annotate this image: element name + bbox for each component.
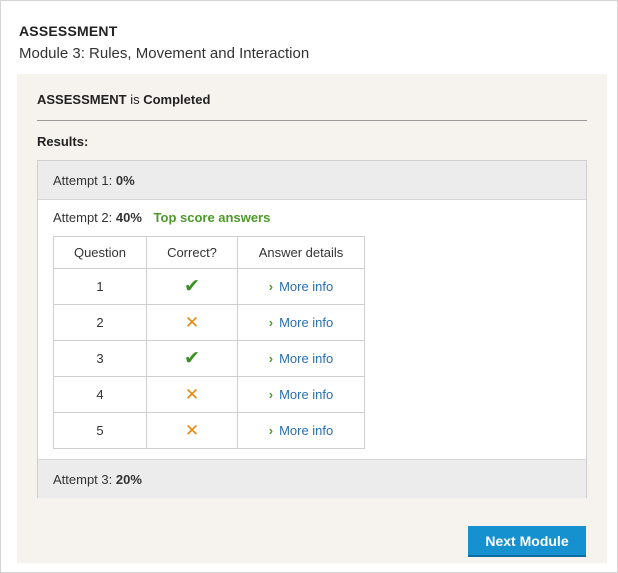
checkmark-icon: ✔ [184,276,200,297]
table-header-row: Question Correct? Answer details [53,236,365,269]
question-number: 4 [53,376,147,413]
attempts-list: Attempt 1: 0% Attempt 2: 40% Top score a… [37,160,587,498]
more-info-link[interactable]: › More info [269,387,334,402]
answers-table: Question Correct? Answer details 1 ✔ › More… [53,236,365,449]
chevron-right-icon: › [268,423,274,438]
module-subtitle: Module 3: Rules, Movement and Interactio… [19,45,310,62]
attempt-score: 40% [115,210,142,225]
attempt-label: Attempt 1: [53,173,113,188]
more-info-link[interactable]: › More info [269,423,334,438]
next-module-button[interactable]: Next Module [468,526,586,557]
details-cell: › More info [237,412,365,449]
table-row: 3 ✔ › More info [53,340,365,377]
column-header-question: Question [53,236,147,269]
details-cell: › More info [237,340,365,377]
correct-cell: ✔ [146,340,238,377]
table-row: 1 ✔ › More info [53,268,365,305]
table-row: 5 ✕ › More info [53,412,365,449]
attempt-3-row[interactable]: Attempt 3: 20% [38,459,586,498]
question-number: 2 [53,304,147,341]
chevron-right-icon: › [268,315,274,330]
attempt-1-text: Attempt 1: 0% [53,173,135,188]
chevron-right-icon: › [268,279,274,294]
attempt-1-row[interactable]: Attempt 1: 0% [38,161,586,200]
attempt-label: Attempt 3: [53,472,113,487]
attempt-score: 0% [115,173,135,188]
divider [37,120,587,121]
more-info-label: More info [279,423,334,438]
question-number: 1 [53,268,147,305]
checkmark-icon: ✔ [184,348,200,369]
correct-cell: ✕ [146,412,238,449]
status-connector: is [130,92,140,107]
results-panel: ASSESSMENT is Completed Results: Attempt… [17,74,607,563]
attempt-score: 20% [115,472,142,487]
completion-status: ASSESSMENT is Completed [37,92,210,107]
details-cell: › More info [237,376,365,413]
page-title: ASSESSMENT [19,23,118,39]
table-row: 2 ✕ › More info [53,304,365,341]
details-cell: › More info [237,304,365,341]
table-row: 4 ✕ › More info [53,376,365,413]
question-number: 5 [53,412,147,449]
more-info-link[interactable]: › More info [269,351,334,366]
correct-cell: ✕ [146,304,238,341]
status-subject: ASSESSMENT [37,92,127,107]
column-header-correct: Correct? [146,236,238,269]
attempt-label: Attempt 2: [53,210,113,225]
cross-icon: ✕ [184,312,200,332]
question-number: 3 [53,340,147,377]
status-state: Completed [143,92,211,107]
cross-icon: ✕ [184,384,200,404]
more-info-label: More info [279,279,334,294]
more-info-link[interactable]: › More info [269,279,334,294]
more-info-label: More info [279,315,334,330]
results-heading: Results: [37,134,89,149]
page-header: ASSESSMENT Module 3: Rules, Movement and… [19,23,309,62]
correct-cell: ✔ [146,268,238,305]
chevron-right-icon: › [268,387,274,402]
more-info-link[interactable]: › More info [269,315,334,330]
cross-icon: ✕ [184,420,200,440]
more-info-label: More info [279,351,334,366]
assessment-frame: ASSESSMENT Module 3: Rules, Movement and… [0,0,618,573]
chevron-right-icon: › [268,351,274,366]
more-info-label: More info [279,387,334,402]
attempt-2-header: Attempt 2: 40% Top score answers [53,210,270,225]
correct-cell: ✕ [146,376,238,413]
top-score-badge: Top score answers [153,210,271,225]
column-header-details: Answer details [237,236,365,269]
attempt-3-text: Attempt 3: 20% [53,472,142,487]
details-cell: › More info [237,268,365,305]
